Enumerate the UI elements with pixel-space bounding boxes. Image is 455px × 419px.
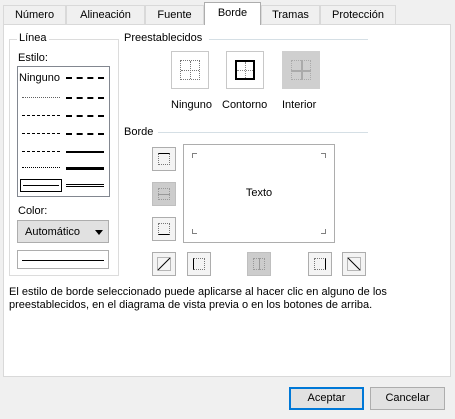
preset-outline-label: Contorno bbox=[222, 99, 268, 111]
border-top-button[interactable] bbox=[152, 147, 176, 171]
color-preview-line bbox=[22, 260, 104, 261]
preset-inside-icon-h bbox=[291, 70, 311, 72]
style-double[interactable] bbox=[66, 184, 104, 187]
border-right-button[interactable] bbox=[308, 252, 332, 276]
cancel-button[interactable]: Cancelar bbox=[370, 387, 445, 410]
style-hair-line[interactable] bbox=[22, 97, 60, 98]
preview-corner-tr bbox=[321, 153, 326, 158]
diagonal-down-icon bbox=[347, 257, 361, 271]
diagonal-up-icon bbox=[157, 257, 171, 271]
inside-h-line bbox=[158, 194, 170, 195]
preset-none-icon bbox=[180, 60, 200, 80]
tab-borde[interactable]: Borde bbox=[204, 2, 261, 25]
style-slanted-dash-dot[interactable] bbox=[66, 97, 104, 99]
style-medium[interactable] bbox=[66, 151, 104, 153]
style-dash-dot-dot[interactable] bbox=[22, 133, 60, 134]
color-label: Color: bbox=[18, 205, 48, 217]
preview-text: Texto bbox=[245, 187, 273, 199]
preset-inside-label: Interior bbox=[282, 99, 317, 111]
border-top-icon bbox=[158, 153, 170, 165]
style-label: Estilo: bbox=[18, 52, 48, 64]
color-dropdown[interactable]: Automático bbox=[17, 220, 109, 243]
border-inside-horizontal-button bbox=[152, 182, 176, 206]
preset-outline-icon bbox=[235, 60, 255, 80]
color-dropdown-value: Automático bbox=[25, 226, 81, 238]
panel-content: Línea Estilo: Ninguno Color: Automático … bbox=[0, 0, 455, 419]
preset-inside-icon bbox=[291, 60, 311, 80]
preview-corner-tl bbox=[192, 153, 197, 158]
line-group-title: Línea bbox=[17, 32, 49, 44]
ok-button[interactable]: Aceptar bbox=[289, 387, 364, 410]
preview-corner-bl bbox=[192, 229, 197, 234]
preset-none-button[interactable] bbox=[171, 51, 209, 89]
style-dot-dash-fine[interactable] bbox=[22, 115, 60, 116]
border-bottom-button[interactable] bbox=[152, 217, 176, 241]
preview-corner-br bbox=[321, 229, 326, 234]
preset-inside-button bbox=[282, 51, 320, 89]
style-dotted[interactable] bbox=[22, 167, 60, 168]
style-medium-dash-dot[interactable] bbox=[66, 115, 104, 117]
border-bottom-icon bbox=[158, 223, 170, 235]
border-inside-vertical-button bbox=[247, 252, 271, 276]
style-thick[interactable] bbox=[66, 167, 104, 170]
border-preview[interactable]: Texto bbox=[183, 144, 335, 243]
preset-none-icon-h bbox=[181, 70, 199, 71]
border-inside-horizontal-icon bbox=[158, 188, 170, 200]
border-separator bbox=[158, 132, 368, 133]
style-thin-selected[interactable] bbox=[20, 179, 62, 192]
presets-title: Preestablecidos bbox=[124, 32, 203, 44]
border-left-icon bbox=[193, 258, 205, 270]
presets-separator bbox=[209, 39, 368, 40]
style-none-option[interactable]: Ninguno bbox=[19, 72, 60, 84]
line-style-list[interactable]: Ninguno bbox=[17, 66, 110, 197]
style-dash-dot[interactable] bbox=[22, 151, 60, 152]
border-inside-vertical-icon bbox=[253, 258, 265, 270]
border-right-icon bbox=[314, 258, 326, 270]
preset-outline-icon-h bbox=[237, 70, 253, 71]
border-diagonal-up-button[interactable] bbox=[152, 252, 176, 276]
preset-none-label: Ninguno bbox=[171, 99, 212, 111]
border-title: Borde bbox=[124, 126, 154, 138]
chevron-down-icon bbox=[95, 230, 103, 235]
inside-v-line bbox=[259, 258, 260, 270]
preset-outline-button[interactable] bbox=[226, 51, 264, 89]
style-medium-dashed[interactable] bbox=[66, 133, 104, 135]
thin-line-sample bbox=[23, 185, 59, 186]
border-left-button[interactable] bbox=[187, 252, 211, 276]
border-description: El estilo de borde seleccionado puede ap… bbox=[9, 286, 387, 311]
color-preview bbox=[17, 250, 109, 269]
style-medium-dash-dot-dot[interactable] bbox=[66, 77, 104, 79]
border-diagonal-down-button[interactable] bbox=[342, 252, 366, 276]
